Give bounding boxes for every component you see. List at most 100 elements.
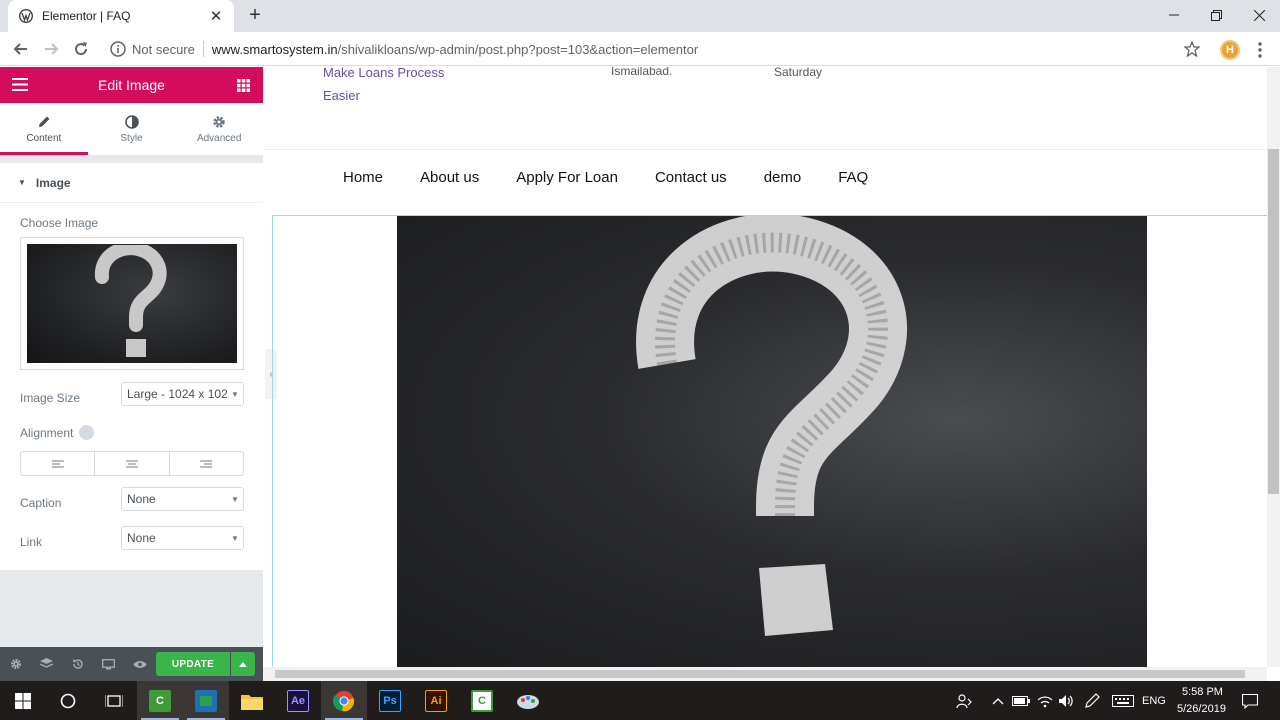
bookmark-star-icon[interactable] bbox=[1184, 41, 1200, 57]
align-center-icon bbox=[125, 460, 138, 467]
address-bar: Not secure www.smartosystem.in /shivalik… bbox=[0, 32, 1280, 66]
panel-header: Edit Image bbox=[0, 67, 263, 103]
show-hidden-icons-chevron-icon[interactable] bbox=[988, 691, 1008, 711]
clock-date[interactable]: 5/26/2019 bbox=[1177, 703, 1226, 715]
language-indicator[interactable]: ENG bbox=[1142, 695, 1166, 707]
align-left-button[interactable] bbox=[21, 452, 96, 475]
image-size-select[interactable]: Large - 1024 x 1024 ▼ bbox=[121, 382, 244, 406]
url-omnibox[interactable]: Not secure www.smartosystem.in /shivalik… bbox=[100, 36, 1210, 62]
image-size-label: Image Size bbox=[20, 391, 81, 405]
align-center-button[interactable] bbox=[95, 452, 170, 475]
battery-icon[interactable] bbox=[1011, 691, 1031, 711]
horizontal-scrollbar[interactable] bbox=[263, 667, 1267, 681]
task-view-icon[interactable] bbox=[91, 681, 137, 720]
hours-text: Saturday bbox=[774, 67, 823, 79]
vertical-scrollbar[interactable] bbox=[1267, 67, 1280, 667]
nav-link-contact-us[interactable]: Contact us bbox=[655, 169, 727, 186]
update-options-button[interactable] bbox=[231, 652, 255, 676]
tagline-line1: Make Loans Process bbox=[323, 67, 445, 80]
history-icon[interactable] bbox=[62, 647, 93, 681]
camtasia-icon[interactable]: C bbox=[137, 681, 183, 720]
chrome-icon[interactable] bbox=[321, 681, 367, 720]
image-thumbnail[interactable] bbox=[27, 244, 237, 363]
preview-canvas: ‹ Make Loans Process Easier Ismailabad. … bbox=[263, 67, 1267, 667]
url-path: /shivalikloans/wp-admin/post.php?post=10… bbox=[337, 41, 699, 57]
tab-content[interactable]: Content bbox=[0, 103, 88, 155]
tab-style[interactable]: Style bbox=[88, 103, 176, 155]
vertical-scroll-thumb[interactable] bbox=[1268, 149, 1279, 494]
wifi-icon[interactable] bbox=[1035, 691, 1055, 711]
choose-image-control[interactable] bbox=[20, 237, 244, 370]
settings-gear-icon[interactable] bbox=[0, 647, 31, 681]
align-right-icon bbox=[200, 460, 213, 467]
notifications-icon[interactable] bbox=[1240, 691, 1260, 711]
restore-icon[interactable] bbox=[1194, 0, 1238, 30]
nav-link-apply-for-loan[interactable]: Apply For Loan bbox=[516, 169, 618, 186]
panel-title: Edit Image bbox=[98, 77, 165, 93]
nav-link-about-us[interactable]: About us bbox=[420, 169, 479, 186]
tab-advanced-label: Advanced bbox=[196, 132, 242, 144]
navigator-layers-icon[interactable] bbox=[31, 647, 62, 681]
tab-style-label: Style bbox=[120, 132, 143, 144]
windows-taskbar: C Ae Ps Ai C ENG 5:58 PM 5/26/2019 bbox=[0, 681, 1280, 720]
profile-avatar[interactable]: H bbox=[1220, 40, 1240, 60]
keyboard-icon[interactable] bbox=[1112, 691, 1134, 711]
not-secure-label: Not secure bbox=[132, 41, 195, 57]
image-size-value: Large - 1024 x 1024 bbox=[127, 387, 227, 401]
elementor-panel: Edit Image Content Style Advanced ▼ Imag… bbox=[0, 67, 263, 681]
chrome-menu-icon[interactable] bbox=[1254, 40, 1266, 60]
cortana-icon[interactable] bbox=[45, 681, 91, 720]
volume-icon[interactable] bbox=[1056, 691, 1076, 711]
minimize-icon[interactable] bbox=[1152, 0, 1196, 30]
nav-link-home[interactable]: Home bbox=[343, 169, 383, 186]
link-value: None bbox=[127, 531, 156, 545]
reload-icon[interactable] bbox=[69, 37, 93, 61]
url-domain: www.smartosystem.in bbox=[211, 41, 338, 57]
after-effects-icon[interactable]: Ae bbox=[275, 681, 321, 720]
illustrator-icon[interactable]: Ai bbox=[413, 681, 459, 720]
horizontal-scroll-thumb[interactable] bbox=[275, 670, 1245, 678]
forward-icon[interactable] bbox=[39, 37, 63, 61]
panel-footer: UPDATE bbox=[0, 647, 263, 681]
video-app-icon[interactable] bbox=[183, 681, 229, 720]
tab-advanced[interactable]: Advanced bbox=[175, 103, 263, 155]
tagline-line2: Easier bbox=[323, 88, 360, 103]
faq-question-mark-image[interactable] bbox=[397, 216, 1147, 667]
close-tab-icon[interactable]: ✕ bbox=[208, 7, 224, 25]
omnibox-separator bbox=[202, 41, 204, 57]
info-icon[interactable] bbox=[110, 41, 126, 57]
browser-tab[interactable]: Elementor | FAQ ✕ bbox=[8, 0, 234, 32]
file-explorer-icon[interactable] bbox=[229, 681, 275, 720]
align-right-button[interactable] bbox=[170, 452, 243, 475]
tab-content-label: Content bbox=[26, 132, 62, 144]
link-select[interactable]: None ▼ bbox=[121, 526, 244, 550]
people-icon[interactable] bbox=[954, 691, 974, 711]
widgets-grid-icon[interactable] bbox=[237, 79, 250, 92]
caption-label: Caption bbox=[20, 496, 62, 510]
image-section-header[interactable]: ▼ Image bbox=[0, 163, 263, 203]
update-button[interactable]: UPDATE bbox=[156, 652, 230, 676]
dropdown-arrow-icon: ▼ bbox=[231, 389, 239, 399]
caption-value: None bbox=[127, 492, 156, 506]
preview-eye-icon[interactable] bbox=[124, 647, 155, 681]
windows-start-icon[interactable] bbox=[0, 681, 46, 720]
paint-app-icon[interactable] bbox=[505, 681, 551, 720]
responsive-icon[interactable] bbox=[79, 425, 95, 441]
back-icon[interactable] bbox=[9, 37, 33, 61]
close-window-icon[interactable] bbox=[1237, 0, 1280, 30]
hamburger-menu-icon[interactable] bbox=[12, 78, 28, 91]
camtasia-recorder-icon[interactable]: C bbox=[459, 681, 505, 720]
question-mark-image bbox=[95, 244, 167, 357]
link-label: Link bbox=[20, 535, 43, 549]
caption-select[interactable]: None ▼ bbox=[121, 487, 244, 511]
responsive-mode-icon[interactable] bbox=[93, 647, 124, 681]
browser-tab-strip: Elementor | FAQ ✕ + bbox=[0, 0, 1280, 32]
pen-icon[interactable] bbox=[1082, 691, 1102, 711]
panel-body: ▼ Image Choose Image Image Size Large - … bbox=[0, 163, 263, 570]
clock-time[interactable]: 5:58 PM bbox=[1182, 686, 1223, 698]
new-tab-icon[interactable]: + bbox=[244, 4, 266, 26]
photoshop-icon[interactable]: Ps bbox=[367, 681, 413, 720]
nav-link-faq[interactable]: FAQ bbox=[838, 169, 868, 186]
caret-up-icon bbox=[239, 661, 247, 667]
nav-link-demo[interactable]: demo bbox=[764, 169, 802, 186]
